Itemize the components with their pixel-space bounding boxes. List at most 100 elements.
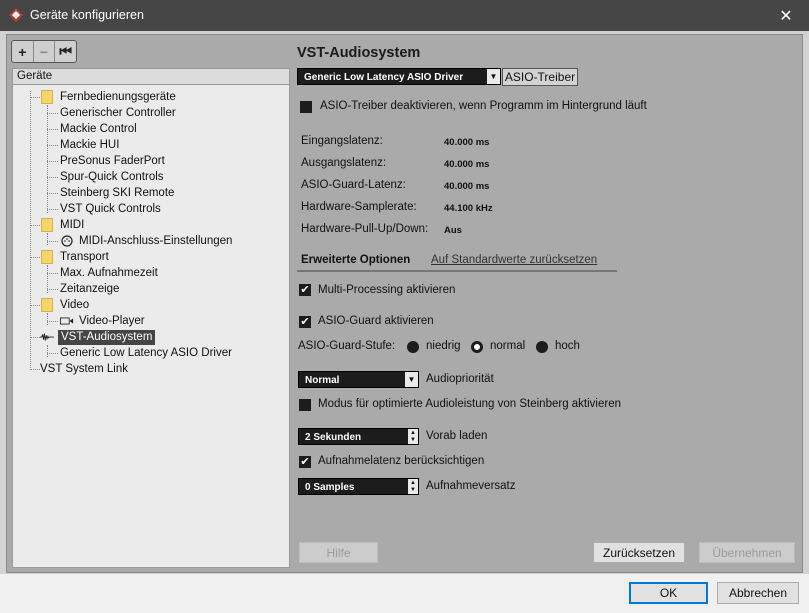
tree-item-spur-quick-controls[interactable]: Spur-Quick Controls (60, 170, 164, 185)
asio-driver-select[interactable]: Generic Low Latency ASIO Driver ▼ (297, 68, 501, 85)
tree-line (47, 273, 58, 274)
tree-line (47, 113, 58, 114)
cubase-app-icon (9, 8, 23, 22)
folder-icon (41, 298, 53, 312)
tree-line (30, 369, 40, 370)
tab-erweiterte-optionen[interactable]: Erweiterte Optionen (301, 254, 410, 266)
tree-item-max-aufnahmezeit[interactable]: Max. Aufnahmezeit (60, 266, 158, 281)
tree-item-vst-system-link[interactable]: VST System Link (40, 362, 128, 377)
record-offset-label: Aufnahmeversatz (426, 480, 516, 492)
tree-line (47, 129, 58, 130)
tree-line (30, 91, 31, 370)
deactivate-asio-label: ASIO-Treiber deaktivieren, wenn Programm… (320, 100, 647, 112)
tree-item-midi-anschluss[interactable]: MIDI-Anschluss-Einstellungen (79, 234, 232, 249)
reset-button[interactable]: Zurücksetzen (593, 542, 685, 563)
title-bar: Geräte konfigurieren ✕ (0, 0, 809, 31)
tree-line (30, 337, 40, 338)
chevron-down-icon: ▼ (405, 372, 418, 387)
multiprocessing-checkbox[interactable]: ✔ (299, 284, 311, 296)
record-latency-checkbox[interactable]: ✔ (299, 456, 311, 468)
tree-item-vst-audiosystem[interactable]: VST-Audiosystem (58, 330, 156, 345)
tree-item-zeitanzeige[interactable]: Zeitanzeige (60, 282, 119, 297)
tree-item-presonus-faderport[interactable]: PreSonus FaderPort (60, 154, 165, 169)
tree-line (47, 209, 58, 210)
guard-level-high-radio[interactable] (536, 341, 548, 353)
asio-driver-button[interactable]: ASIO-Treiber (502, 68, 578, 86)
audio-priority-label: Audiopriorität (426, 373, 494, 385)
tree-item-mackie-hui[interactable]: Mackie HUI (60, 138, 119, 153)
midi-port-icon (60, 235, 74, 247)
tree-line (47, 353, 58, 354)
preload-label: Vorab laden (426, 430, 488, 442)
tree-item-mackie-control[interactable]: Mackie Control (60, 122, 137, 137)
video-icon (60, 315, 74, 327)
device-tree: Geräte Fernbedienungsgeräte Generischer … (12, 68, 290, 568)
help-button[interactable]: Hilfe (299, 542, 378, 563)
tree-body: Fernbedienungsgeräte Generischer Control… (13, 85, 289, 567)
deactivate-asio-checkbox[interactable] (300, 101, 312, 113)
output-latency-value: 40.000 ms (444, 159, 490, 170)
guard-level-label: ASIO-Guard-Stufe: (298, 340, 396, 352)
record-offset-spinner[interactable]: 0 Samples ▲ ▼ (298, 478, 419, 495)
tree-line (47, 161, 58, 162)
tree-item-video-player[interactable]: Video-Player (79, 314, 145, 329)
folder-icon (41, 90, 53, 104)
tree-line (47, 313, 48, 325)
asio-guard-checkbox[interactable]: ✔ (299, 316, 311, 328)
tree-item-generischer-controller[interactable]: Generischer Controller (60, 106, 176, 121)
asio-guard-latency-value: 40.000 ms (444, 181, 490, 192)
guard-level-low-label: niedrig (426, 340, 461, 352)
tree-item-midi[interactable]: MIDI (60, 218, 84, 233)
audio-wave-icon (40, 331, 54, 343)
samplerate-value: 44.100 kHz (444, 203, 493, 214)
pullup-label: Hardware-Pull-Up/Down: (301, 223, 429, 235)
tree-line (47, 321, 58, 322)
tree-item-video[interactable]: Video (60, 298, 89, 313)
chevron-down-icon: ▼ (487, 69, 500, 84)
tree-line (30, 257, 40, 258)
cancel-button[interactable]: Abbrechen (717, 582, 799, 604)
steinberg-mode-checkbox[interactable] (299, 399, 311, 411)
tab-standardwerte[interactable]: Auf Standardwerte zurücksetzen (431, 254, 597, 266)
spinner-arrows-icon[interactable]: ▲ ▼ (408, 429, 418, 444)
window-title: Geräte konfigurieren (30, 8, 144, 22)
folder-icon (41, 250, 53, 264)
tree-line (47, 289, 58, 290)
apply-button[interactable]: Übernehmen (699, 542, 795, 563)
tree-item-fernbedienungsgeraete[interactable]: Fernbedienungsgeräte (60, 90, 176, 105)
add-device-button[interactable]: + (12, 41, 34, 62)
tab-underline (297, 270, 617, 272)
guard-level-normal-radio[interactable] (471, 341, 483, 353)
ok-button[interactable]: OK (629, 582, 708, 604)
asio-guard-label: ASIO-Guard aktivieren (318, 315, 434, 327)
tree-item-transport[interactable]: Transport (60, 250, 109, 265)
pullup-value: Aus (444, 225, 462, 236)
tree-item-generic-asio-driver[interactable]: Generic Low Latency ASIO Driver (60, 346, 232, 361)
input-latency-value: 40.000 ms (444, 137, 490, 148)
tree-line (47, 241, 58, 242)
spinner-arrows-icon[interactable]: ▲ ▼ (408, 479, 418, 494)
close-icon[interactable]: ✕ (763, 0, 809, 31)
audio-priority-value: Normal (305, 375, 340, 386)
tree-line (47, 145, 58, 146)
asio-guard-latency-label: ASIO-Guard-Latenz: (301, 179, 406, 191)
audio-priority-select[interactable]: Normal ▼ (298, 371, 419, 388)
tree-item-vst-quick-controls[interactable]: VST Quick Controls (60, 202, 161, 217)
tree-line (47, 233, 48, 245)
record-latency-label: Aufnahmelatenz berücksichtigen (318, 455, 485, 467)
tree-line (30, 97, 40, 98)
folder-icon (41, 218, 53, 232)
input-latency-label: Eingangslatenz: (301, 135, 383, 147)
tree-header: Geräte (13, 69, 289, 85)
preload-spinner[interactable]: 2 Sekunden ▲ ▼ (298, 428, 419, 445)
tree-line (47, 193, 58, 194)
tree-line (47, 177, 58, 178)
reset-device-button[interactable]: ⏮ (55, 41, 76, 62)
page-title: VST-Audiosystem (297, 45, 421, 61)
guard-level-low-radio[interactable] (407, 341, 419, 353)
tree-item-steinberg-ski-remote[interactable]: Steinberg SKI Remote (60, 186, 174, 201)
samplerate-label: Hardware-Samplerate: (301, 201, 417, 213)
remove-device-button[interactable]: − (34, 41, 56, 62)
preload-value: 2 Sekunden (305, 432, 362, 443)
multiprocessing-label: Multi-Processing aktivieren (318, 284, 456, 296)
